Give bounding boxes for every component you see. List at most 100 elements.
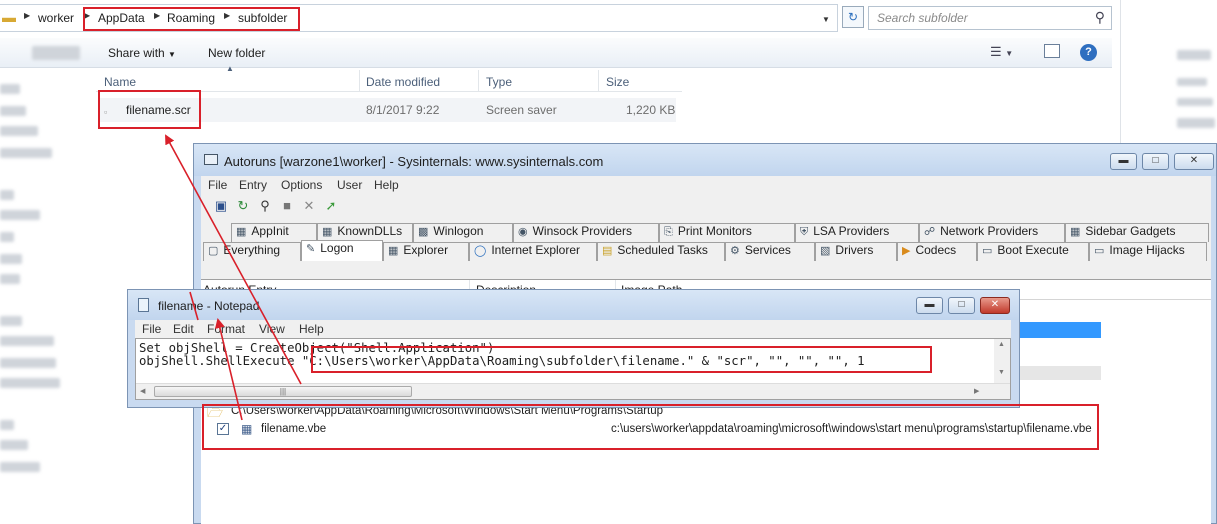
copy-icon[interactable]: ■ [279, 198, 295, 214]
delete-icon[interactable]: ✕ [301, 198, 317, 214]
tab-drivers[interactable]: ▧ Drivers [815, 242, 897, 261]
chevron-right-icon[interactable]: ▶ [24, 11, 30, 20]
organize-button[interactable] [32, 46, 80, 60]
tab-image-hijacks[interactable]: ▭ Image Hijacks [1089, 242, 1207, 261]
file-name: filename.scr [126, 103, 191, 117]
gadget-icon: ▦ [1070, 226, 1081, 238]
tab-explorer[interactable]: ▦ Explorer [383, 242, 469, 261]
title-bar[interactable]: filename - Notepad ▬ □ ✕ [128, 290, 1019, 320]
file-size: 1,220 KB [626, 103, 676, 117]
share-with-label: Share with [108, 46, 165, 60]
tab-network-providers[interactable]: ☍ Network Providers [919, 223, 1065, 242]
address-bar[interactable]: ▬ ▶ worker ▶ AppData ▶ Roaming ▶ subfold… [0, 4, 838, 32]
minimize-button[interactable]: ▬ [1110, 153, 1137, 170]
chevron-right-icon[interactable]: ▶ [84, 11, 90, 20]
new-folder-button[interactable]: New folder [208, 46, 265, 60]
enabled-checkbox[interactable]: ✓ [217, 423, 229, 435]
minimize-button[interactable]: ▬ [916, 297, 943, 314]
menu-file[interactable]: File [208, 178, 227, 192]
scroll-up-icon[interactable]: ▲ [998, 341, 1005, 348]
tab-sidebar-gadgets[interactable]: ▦ Sidebar Gadgets [1065, 223, 1209, 242]
menu-format[interactable]: Format [207, 322, 245, 336]
sort-up-icon: ▲ [226, 64, 234, 73]
notepad-window: filename - Notepad ▬ □ ✕ File Edit Forma… [127, 289, 1020, 408]
column-date-modified[interactable]: Date modified [366, 75, 440, 89]
file-icon: ▫ [104, 107, 108, 117]
code-line-2-prefix: objShell.ShellExecute [139, 354, 302, 368]
tab-internet-explorer[interactable]: ◯ Internet Explorer [469, 242, 597, 261]
menu-file[interactable]: File [142, 322, 161, 336]
tab-scheduled-tasks[interactable]: ▤ Scheduled Tasks [597, 242, 725, 261]
maximize-button[interactable]: □ [1142, 153, 1169, 170]
menu-edit[interactable]: Edit [173, 322, 194, 336]
search-icon[interactable]: ⚲ [1095, 9, 1105, 26]
menu-options[interactable]: Options [281, 178, 322, 192]
tab-everything[interactable]: ▢ Everything [203, 242, 301, 261]
winlogon-icon: ▩ [418, 226, 429, 238]
breadcrumb-appdata[interactable]: AppData [98, 11, 145, 25]
chevron-down-icon: ▼ [168, 50, 176, 59]
refresh-icon[interactable]: ↻ [235, 198, 251, 214]
column-size[interactable]: Size [606, 75, 629, 89]
tab-services[interactable]: ⚙ Services [725, 242, 815, 261]
minimize-icon: ▬ [1118, 155, 1129, 166]
table-row[interactable]: ✓ ▦ filename.vbe c:\users\worker\appdata… [215, 421, 1115, 439]
tab-winlogon[interactable]: ▩ Winlogon [413, 223, 513, 242]
file-row[interactable]: ▫ filename.scr 8/1/2017 9:22 Screen save… [100, 98, 676, 122]
file-list-header: Name ▲ Date modified Type Size [96, 64, 682, 92]
menu-view[interactable]: View [259, 322, 285, 336]
tab-logon[interactable]: ✎ Logon [301, 240, 383, 261]
logon-icon: ✎ [306, 243, 316, 255]
knowndlls-icon: ▦ [322, 226, 333, 238]
chevron-right-icon[interactable]: ▶ [154, 11, 160, 20]
scroll-left-icon[interactable]: ◀ [140, 387, 145, 395]
save-icon[interactable]: ▣ [213, 198, 229, 214]
menu-help[interactable]: Help [299, 322, 324, 336]
breadcrumb-roaming[interactable]: Roaming [167, 11, 215, 25]
driver-icon: ▧ [820, 245, 831, 257]
tab-winsock-providers[interactable]: ◉ Winsock Providers [513, 223, 659, 242]
help-icon[interactable]: ? [1080, 44, 1097, 61]
tab-boot-execute[interactable]: ▭ Boot Execute [977, 242, 1089, 261]
menu-help[interactable]: Help [374, 178, 399, 192]
vertical-scrollbar[interactable]: ▲ ▼ [994, 339, 1010, 383]
column-type[interactable]: Type [486, 75, 512, 89]
window-title: filename - Notepad [158, 299, 260, 313]
share-with-button[interactable]: Share with ▼ [108, 46, 176, 60]
jump-icon[interactable]: ➚ [323, 198, 339, 214]
maximize-button[interactable]: □ [948, 297, 975, 314]
autoruns-app-icon [204, 154, 218, 165]
menu-entry[interactable]: Entry [239, 178, 267, 192]
appinit-icon: ▦ [236, 226, 247, 238]
preview-pane-icon[interactable] [1044, 44, 1060, 58]
find-icon[interactable]: ⚲ [257, 198, 273, 214]
tab-codecs[interactable]: ▶ Codecs [897, 242, 977, 261]
close-button[interactable]: ✕ [980, 297, 1010, 314]
horizontal-scrollbar[interactable]: ◀ ||| ▶ [136, 383, 1010, 399]
tab-print-monitors[interactable]: ⎘ Print Monitors [659, 223, 795, 242]
chevron-right-icon[interactable]: ▶ [224, 11, 230, 20]
navigation-pane[interactable] [0, 68, 90, 524]
menu-user[interactable]: User [337, 178, 362, 192]
refresh-icon: ↻ [847, 10, 859, 24]
menu-bar: File Edit Format View Help [135, 320, 1011, 338]
explorer-icon: ▦ [388, 245, 399, 257]
column-name[interactable]: Name [104, 75, 136, 89]
scroll-down-icon[interactable]: ▼ [998, 369, 1005, 376]
close-icon: ✕ [1189, 155, 1199, 166]
search-input[interactable]: Search subfolder ⚲ [868, 6, 1112, 30]
text-editor[interactable]: Set objShell = CreateObject("Shell.Appli… [135, 338, 1011, 400]
scroll-right-icon[interactable]: ▶ [974, 387, 979, 395]
chevron-down-icon[interactable]: ▼ [822, 15, 830, 24]
close-icon: ✕ [990, 299, 1000, 310]
maximize-icon: □ [958, 299, 965, 310]
title-bar[interactable]: Autoruns [warzone1\worker] - Sysinternal… [194, 144, 1216, 176]
file-date: 8/1/2017 9:22 [366, 103, 440, 117]
breadcrumb-subfolder[interactable]: subfolder [238, 11, 287, 25]
scrollbar-thumb[interactable]: ||| [154, 386, 412, 397]
close-button[interactable]: ✕ [1174, 153, 1214, 170]
tab-lsa-providers[interactable]: ⛨ LSA Providers [795, 223, 919, 242]
refresh-button[interactable]: ↻ [842, 6, 864, 28]
breadcrumb-worker[interactable]: worker [38, 11, 74, 25]
view-options-icon[interactable]: ☰ ▼ [990, 44, 1013, 60]
